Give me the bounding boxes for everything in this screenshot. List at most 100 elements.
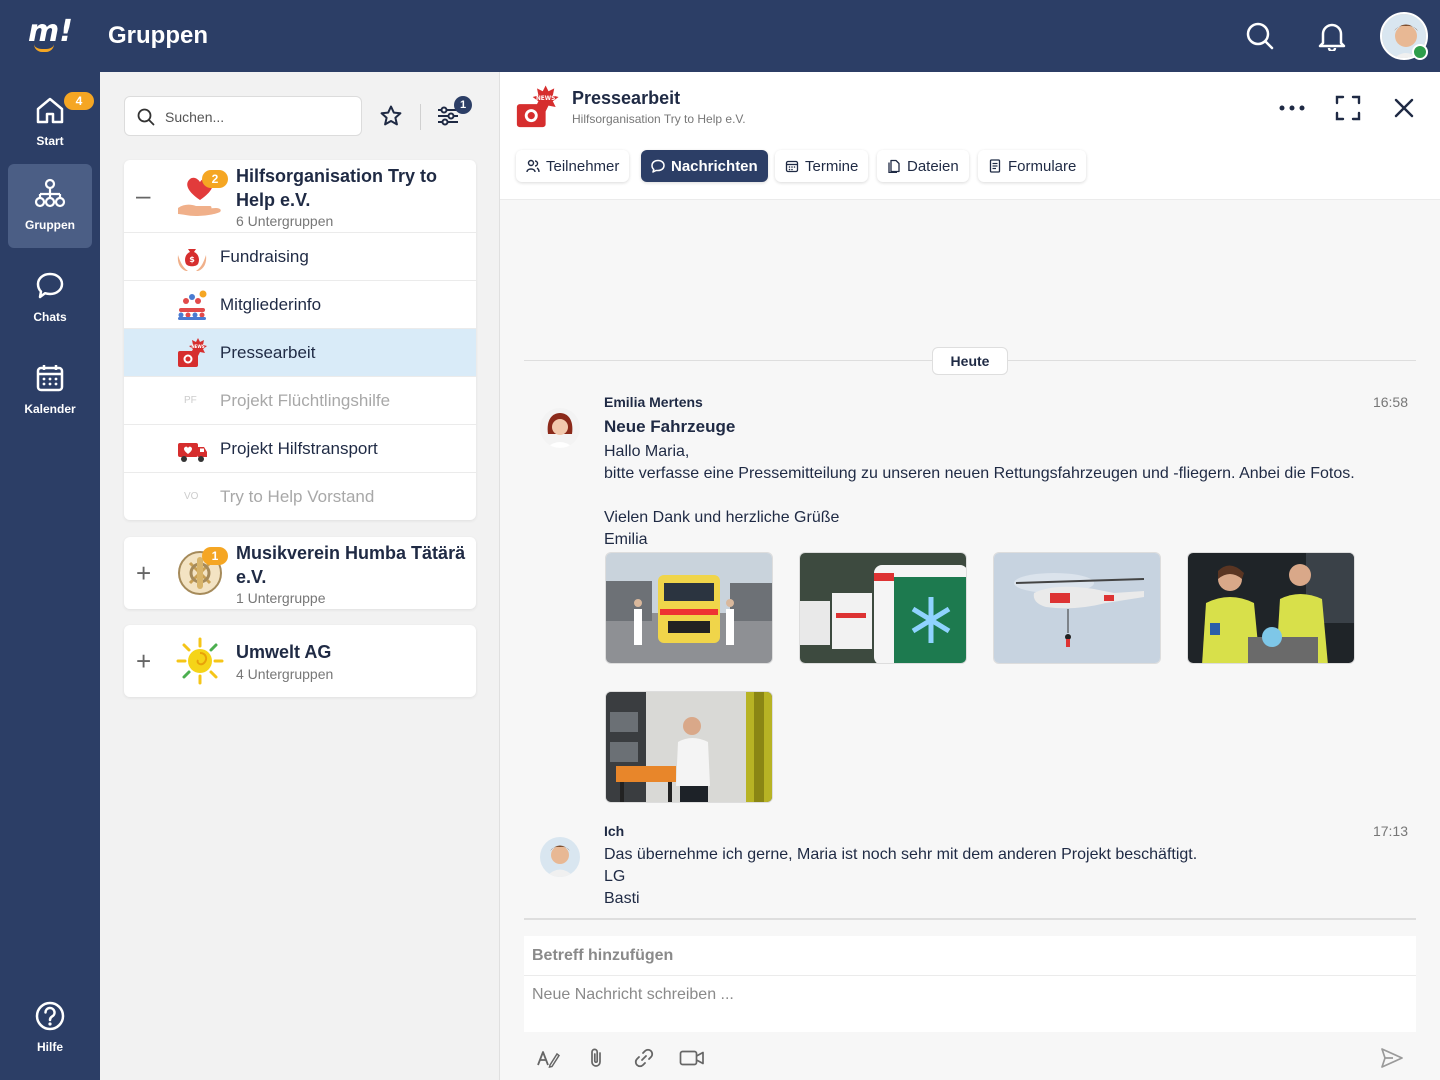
unread-badge: 2 [202,170,228,188]
avatar[interactable] [540,837,580,877]
fullscreen-icon[interactable] [1330,90,1366,126]
search-input[interactable] [165,106,355,128]
home-icon [34,94,66,126]
favorites-star-icon[interactable] [373,98,409,134]
nav-start[interactable]: 4 Start [8,80,94,164]
tab-teilnehmer[interactable]: Teilnehmer [516,150,630,182]
tab-nachrichten[interactable]: Nachrichten [641,150,768,182]
group-card-musikverein[interactable]: + 1 Musikverein Humba Tätärä e.V. 1 Unte… [124,537,476,609]
page-title: Gruppen [108,22,208,49]
photo-ambulance-side[interactable] [799,552,967,664]
search-box [124,96,362,136]
nav-gruppen[interactable]: Gruppen [8,164,92,248]
tab-label: Formulare [1008,157,1077,175]
subgroup-try-to-help-vorstand[interactable]: VO Try to Help Vorstand [124,472,476,520]
message-line: Hallo Maria, [604,443,690,460]
top-bar: m! Gruppen [0,0,1440,72]
svg-text:NEWS: NEWS [191,344,204,349]
photo-ambulance-interior[interactable] [605,691,773,803]
message-line: Basti [604,890,640,907]
subgroup-label: Mitgliederinfo [220,295,322,314]
subgroup-fundraising[interactable]: $ Fundraising [124,232,476,280]
tab-termine[interactable]: Termine [775,150,869,182]
composer-divider [524,918,1416,920]
chat-icon [34,270,66,302]
group-card-hilfsorganisation[interactable]: – 2 Hilfsorganisation Try to Help e.V. 6… [124,160,476,520]
money-bag-hands-icon: $ [176,241,208,273]
sun-icon [176,637,224,685]
chat-bubble-icon [651,159,665,173]
tab-label: Dateien [907,157,959,175]
subgroup-mitgliederinfo[interactable]: Mitgliederinfo [124,280,476,328]
attachment-icon[interactable] [580,1042,612,1074]
subgroup-projekt-fluechtlingshilfe[interactable]: PF Projekt Flüchtlingshilfe [124,376,476,424]
link-icon[interactable] [628,1042,660,1074]
app-logo[interactable]: m! [28,14,73,58]
message-time: 16:58 [1372,394,1408,410]
subject-input[interactable] [524,936,1416,976]
nav-hilfe[interactable]: Hilfe [8,986,92,1070]
tab-label: Termine [805,157,859,175]
people-icon [526,159,540,173]
message-line: Das übernehme ich gerne, Maria ist noch … [604,846,1198,863]
collapse-minus-icon[interactable]: – [136,182,154,208]
message-line: Emilia [604,531,648,548]
subgroup-label: Try to Help Vorstand [220,487,375,506]
send-icon[interactable] [1376,1042,1408,1074]
nav-label: Gruppen [25,218,75,232]
nav-label: Start [36,134,64,148]
video-camera-icon[interactable] [676,1042,708,1074]
message-time: 17:13 [1372,823,1408,839]
nav-kalender[interactable]: Kalender [8,348,92,432]
message-subject: Neue Fahrzeuge [604,417,736,436]
message-line: bitte verfasse eine Pressemitteilung zu … [604,465,1355,482]
photo-paramedics[interactable] [1187,552,1355,664]
nav-chats[interactable]: Chats [8,256,92,340]
subgroup-projekt-hilfstransport[interactable]: Projekt Hilfstransport [124,424,476,472]
more-options-icon[interactable] [1274,90,1310,126]
search-icon [137,108,155,126]
nav-label: Kalender [24,402,76,416]
news-camera-icon: NEWS [176,337,208,369]
calendar-icon [785,160,799,173]
nav-label: Chats [33,310,67,324]
svg-text:$: $ [189,255,195,264]
subgroup-label: Pressearbeit [220,343,316,362]
unread-badge: 1 [202,547,228,565]
message-author: Ich [604,823,625,839]
message-line: Vielen Dank und herzliche Grüße [604,509,840,526]
help-icon [34,1000,66,1032]
svg-text:NEWS: NEWS [536,96,555,102]
news-camera-icon: NEWS [514,84,560,130]
bell-icon[interactable] [1314,18,1350,54]
expand-plus-icon[interactable]: + [136,560,154,586]
group-card-umwelt-ag[interactable]: + Umwelt AG 4 Untergruppen [124,625,476,697]
day-label: Heute [932,347,1008,375]
group-name: Hilfsorganisation Try to Help e.V. [236,166,438,210]
text-format-icon[interactable] [532,1042,564,1074]
chat-subtitle: Hilfsorganisation Try to Help e.V. [572,112,746,126]
file-icon [888,159,900,173]
form-icon [989,159,1001,173]
subgroup-pressearbeit[interactable]: NEWS Pressearbeit [124,328,476,376]
message-input[interactable] [524,976,1416,1032]
nav-label: Hilfe [36,1040,63,1054]
tab-label: Teilnehmer [546,157,620,175]
group-name: Musikverein Humba Tätärä e.V. [236,543,466,587]
expand-plus-icon[interactable]: + [136,648,154,674]
photo-rescue-helicopter[interactable] [993,552,1161,664]
search-icon[interactable] [1242,18,1278,54]
avatar[interactable] [540,408,580,448]
chat-panel: NEWS Pressearbeit Hilfsorganisation Try … [500,72,1440,1080]
subgroup-label: Projekt Hilfstransport [220,439,378,458]
group-subtitle: 1 Untergruppe [236,590,326,606]
toolbar-divider [420,104,421,130]
group-subtitle: 4 Untergruppen [236,666,334,682]
start-badge: 4 [64,92,94,110]
tab-dateien[interactable]: Dateien [877,150,969,182]
chat-header: NEWS Pressearbeit Hilfsorganisation Try … [500,72,1440,200]
left-navigation: 4 Start Gruppen Chats Kalender Hilfe [0,72,100,1080]
tab-formulare[interactable]: Formulare [978,150,1087,182]
close-icon[interactable] [1386,90,1422,126]
photo-ambulance-front[interactable] [605,552,773,664]
